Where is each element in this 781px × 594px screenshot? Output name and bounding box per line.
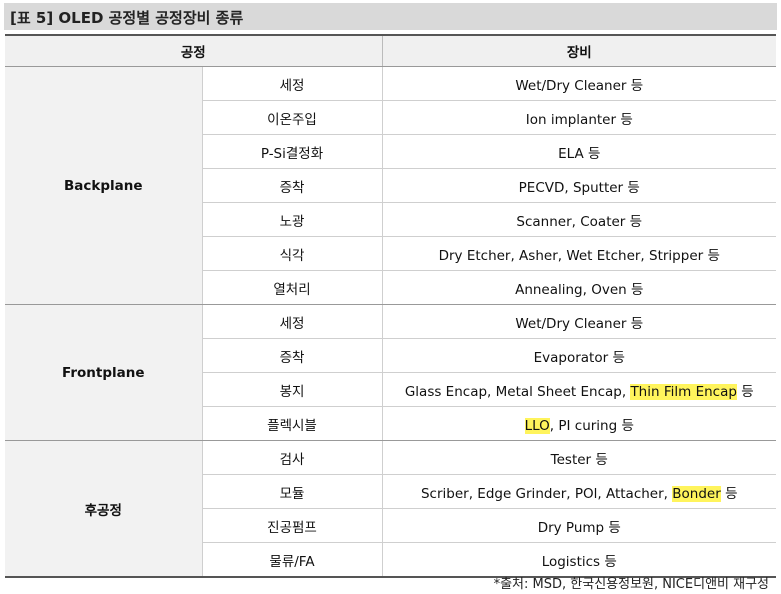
equipment-cell: Wet/Dry Cleaner 등 <box>382 66 776 101</box>
process-cell: 세정 <box>202 66 383 101</box>
process-cell: 식각 <box>202 236 383 271</box>
equipment-text: PECVD, Sputter 등 <box>518 179 640 196</box>
equipment-text: Logistics 등 <box>541 553 617 570</box>
equipment-cell: ELA 등 <box>382 134 776 169</box>
equipment-cell: Ion implanter 등 <box>382 100 776 135</box>
process-cell: 이온주입 <box>202 100 383 135</box>
equipment-cell: Glass Encap, Metal Sheet Encap, Thin Fil… <box>382 372 776 407</box>
equipment-cell: Scanner, Coater 등 <box>382 202 776 237</box>
equipment-cell: Evaporator 등 <box>382 338 776 373</box>
highlighted-equipment: Thin Film Encap <box>630 383 737 400</box>
equipment-cell: PECVD, Sputter 등 <box>382 168 776 203</box>
equipment-text: Dry Pump 등 <box>537 519 621 536</box>
equipment-cell: Wet/Dry Cleaner 등 <box>382 304 776 339</box>
equipment-cell: Dry Etcher, Asher, Wet Etcher, Stripper … <box>382 236 776 271</box>
table-title-bar: [표 5] OLED 공정별 공정장비 종류 <box>4 3 777 30</box>
header-row: 공정 장비 <box>5 34 776 67</box>
equipment-text: Wet/Dry Cleaner 등 <box>515 315 644 332</box>
table-row: 후공정 검사 Tester 등 <box>5 440 776 578</box>
group-label: Backplane <box>5 66 203 305</box>
equipment-text: Wet/Dry Cleaner 등 <box>515 77 644 94</box>
process-cell: 봉지 <box>202 372 383 407</box>
group-label: Frontplane <box>5 304 203 441</box>
equipment-text: 등 <box>736 383 754 400</box>
source-note: *출처: MSD, 한국신용정보원, NICE디앤비 재구성 <box>493 577 769 592</box>
equipment-text: 등 <box>720 485 738 502</box>
group-label: 후공정 <box>5 440 203 578</box>
equipment-text: Glass Encap, Metal Sheet Encap, <box>404 383 631 400</box>
equipment-text: Annealing, Oven 등 <box>515 281 644 298</box>
highlighted-equipment: LLO <box>524 417 550 434</box>
equipment-cell: Scriber, Edge Grinder, POl, Attacher, Bo… <box>382 474 776 509</box>
header-equipment: 장비 <box>382 34 776 67</box>
equipment-cell: Logistics 등 <box>382 542 776 578</box>
process-cell: 증착 <box>202 338 383 373</box>
equipment-text: , PI curing 등 <box>549 417 634 434</box>
process-cell: 노광 <box>202 202 383 237</box>
highlighted-equipment: Bonder <box>672 485 721 502</box>
equipment-text: ELA 등 <box>558 145 601 162</box>
process-cell: 진공펌프 <box>202 508 383 543</box>
equipment-text: Ion implanter 등 <box>525 111 633 128</box>
process-cell: 증착 <box>202 168 383 203</box>
equipment-table: 공정 장비 Backplane 세정 Wet/Dry Cleaner 등 이온주입 Io… <box>5 34 776 578</box>
equipment-cell: Annealing, Oven 등 <box>382 270 776 305</box>
process-cell: P-Si결정화 <box>202 134 383 169</box>
equipment-text: Dry Etcher, Asher, Wet Etcher, Stripper … <box>438 247 720 264</box>
process-cell: 세정 <box>202 304 383 339</box>
equipment-text: Scanner, Coater 등 <box>516 213 643 230</box>
equipment-cell: Dry Pump 등 <box>382 508 776 543</box>
equipment-text: Tester 등 <box>550 451 608 468</box>
table-row: Frontplane 세정 Wet/Dry Cleaner 등 <box>5 304 776 441</box>
process-cell: 물류/FA <box>202 542 383 578</box>
process-cell: 검사 <box>202 440 383 475</box>
table-row: Backplane 세정 Wet/Dry Cleaner 등 <box>5 66 776 305</box>
table-body: Backplane 세정 Wet/Dry Cleaner 등 이온주입 Ion impl… <box>5 66 776 578</box>
process-cell: 열처리 <box>202 270 383 305</box>
process-cell: 플렉시블 <box>202 406 383 441</box>
equipment-cell: Tester 등 <box>382 440 776 475</box>
table-title: [표 5] OLED 공정별 공정장비 종류 <box>10 9 244 27</box>
header-process: 공정 <box>5 34 383 67</box>
equipment-text: Scriber, Edge Grinder, POl, Attacher, <box>420 485 673 502</box>
equipment-cell: LLO, PI curing 등 <box>382 406 776 441</box>
equipment-text: Evaporator 등 <box>533 349 625 366</box>
process-cell: 모듈 <box>202 474 383 509</box>
